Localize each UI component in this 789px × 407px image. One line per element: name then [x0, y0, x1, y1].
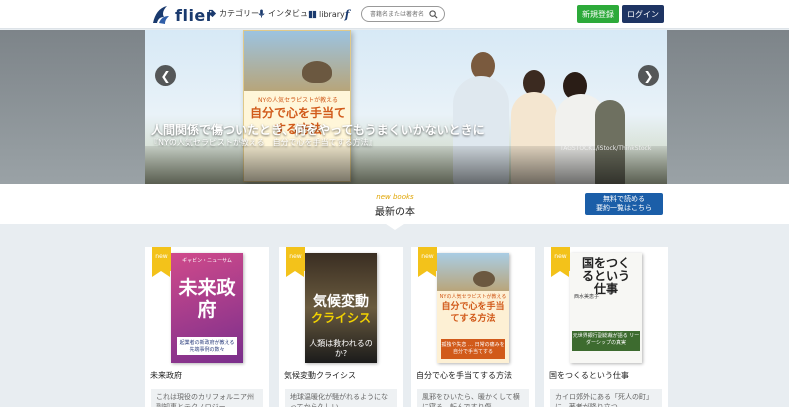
book-title[interactable]: 気候変動クライシス [284, 370, 402, 381]
book-excerpt: カイロ郊外にある「死人の町」に、著者が降り立つ [550, 389, 662, 407]
new-badge: new [286, 247, 305, 277]
flier-logo-icon [153, 6, 169, 24]
cover-title: 自分で心を手当てする方法 [441, 302, 505, 324]
cover-author: 西水美恵子 [574, 294, 600, 300]
cover-author: ギャビン・ニューサム [182, 258, 232, 264]
new-badge: new [152, 247, 171, 277]
hero-book-subtitle: NYの人気セラピストが教える [258, 97, 338, 104]
book-cover-photo [244, 31, 350, 91]
hero-next-slide-preview [667, 30, 789, 184]
signup-button[interactable]: 新規登録 [577, 5, 619, 23]
login-button[interactable]: ログイン [622, 5, 664, 23]
book-title[interactable]: 自分で心を手当てする方法 [416, 370, 534, 381]
microphone-icon [258, 9, 265, 18]
section-notch [383, 222, 407, 230]
tag-icon [208, 9, 217, 18]
new-badge: new [418, 247, 437, 277]
book-excerpt: 地球温暖化が騒がれるようになってから久しい [285, 389, 397, 407]
flier-logo[interactable]: flier [150, 4, 214, 26]
hero-subtitle: 『NYの人気セラピストが教える 自分で心を手当てする方法』 [150, 138, 377, 147]
cover-title-2: クライシス [310, 311, 371, 325]
photo-credit: TAGSTOCK1/iStock/ThinkStock [560, 145, 652, 152]
cover-band: 元世界銀行副総裁が語る リーダーシップの真実 [572, 331, 640, 351]
nav-library-label: library [319, 10, 345, 19]
search-input[interactable] [370, 9, 430, 19]
cover-band: 孤独や失恋 … 日常の痛みを自分で手当てする [441, 339, 505, 359]
book-excerpt: これは現役のカリフォルニア州副知事とテクノロジー [151, 389, 263, 407]
book-cover[interactable]: 気候変動 クライシス 人類は救われるのか? [305, 253, 377, 363]
cover-title: 国をつくるという仕事 [581, 256, 630, 296]
hedgehog-image [473, 271, 495, 287]
book-card[interactable]: NYの人気セラピストが教える 自分で心を手当てする方法 孤独や失恋 … 日常の痛… [411, 247, 535, 407]
hedgehog-image [302, 61, 332, 83]
cover-subtitle: NYの人気セラピストが教える [439, 294, 507, 300]
book-excerpt: 風邪をひいたら、暖かくして横に寝る。転んですり傷 [417, 389, 529, 407]
nav-library-f: f [344, 8, 350, 21]
new-badge: new [551, 247, 570, 277]
top-header: flier カテゴリー インタビュー libraryf 新規登録 ログイン [0, 0, 789, 29]
book-icon [308, 10, 317, 19]
cover-title: 未来政府 [178, 277, 236, 321]
cover-photo [437, 253, 509, 291]
cover-title: 気候変動 [313, 294, 369, 310]
free-summaries-line2: 要約一覧はこちら [596, 204, 652, 212]
section-title: 最新の本 [375, 207, 415, 218]
nav-category[interactable]: カテゴリー [208, 8, 259, 19]
carousel-prev-icon[interactable]: ❮ [155, 65, 176, 86]
book-title[interactable]: 国をつくるという仕事 [549, 370, 667, 381]
section-label-en: new books [376, 193, 414, 201]
free-summaries-line1: 無料で読める [603, 195, 645, 203]
book-card[interactable]: 気候変動 クライシス 人類は救われるのか? new 気候変動クライシス 地球温暖… [279, 247, 403, 407]
book-title[interactable]: 未来政府 [150, 370, 268, 381]
carousel-next-icon[interactable]: ❯ [638, 65, 659, 86]
book-card[interactable]: ギャビン・ニューサム 未来政府 起業者の新政府が教える 先端事例の数々 new … [145, 247, 269, 407]
free-summaries-button[interactable]: 無料で読める 要約一覧はこちら [585, 193, 663, 215]
book-cover[interactable]: ギャビン・ニューサム 未来政府 起業者の新政府が教える 先端事例の数々 [171, 253, 243, 363]
search-box[interactable] [361, 6, 445, 22]
nav-library[interactable]: library f [308, 8, 349, 21]
cover-question: 人類は救われるのか? [309, 339, 373, 358]
book-cover[interactable]: 国をつくるという仕事 西水美恵子 元世界銀行副総裁が語る リーダーシップの真実 [570, 253, 642, 363]
cover-band: 起業者の新政府が教える 先端事例の数々 [177, 337, 237, 355]
nav-category-label: カテゴリー [219, 9, 259, 18]
book-card[interactable]: 国をつくるという仕事 西水美恵子 元世界銀行副総裁が語る リーダーシップの真実 … [544, 247, 668, 407]
search-icon[interactable] [429, 10, 438, 19]
hero-carousel[interactable]: NYの人気セラピストが教える 自分で心を手当てする方法 [0, 30, 789, 184]
hero-prev-slide-preview [0, 30, 145, 184]
hero-title[interactable]: 人間関係で傷ついたとき、何をやってもうまくいかないときに [151, 121, 485, 138]
book-cover[interactable]: NYの人気セラピストが教える 自分で心を手当てする方法 孤独や失恋 … 日常の痛… [437, 253, 509, 363]
